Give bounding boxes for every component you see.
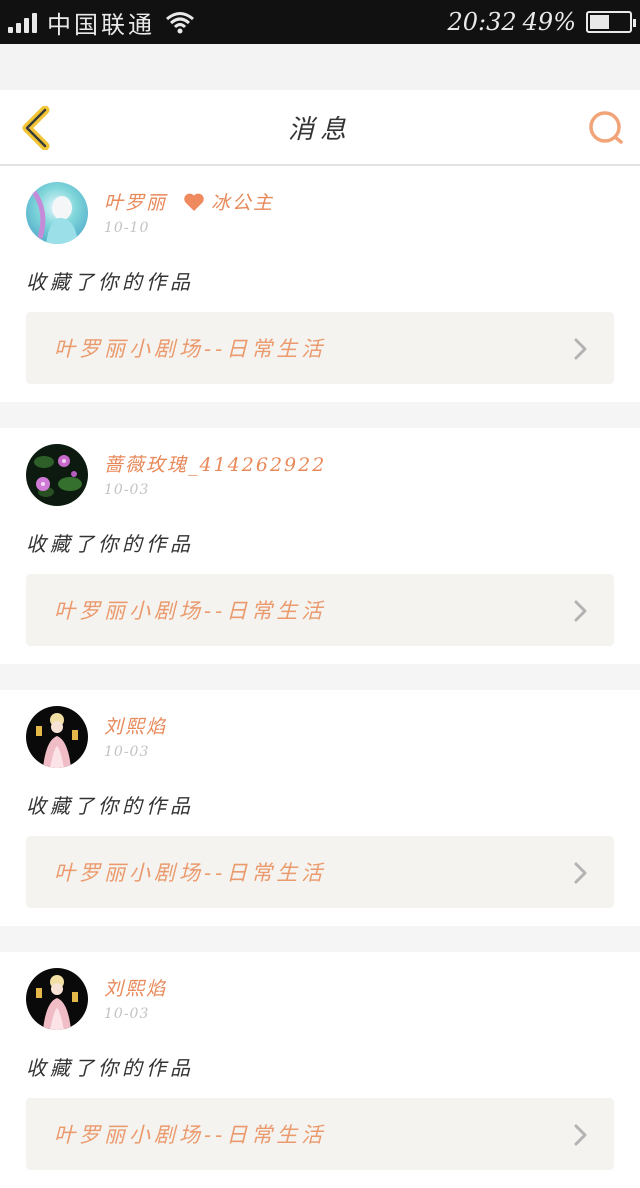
battery-icon bbox=[586, 11, 636, 33]
battery-percent: 49% bbox=[522, 8, 576, 36]
status-bar: 中国联通 20:32 49% bbox=[0, 0, 640, 44]
message-list: 叶罗丽 冰公主 10-10 收藏了你的作品 叶罗丽小剧场--日常生活 蔷薇玫瑰_… bbox=[0, 166, 640, 1188]
search-icon bbox=[589, 111, 623, 144]
username: 叶罗丽 bbox=[104, 192, 168, 214]
username: 刘熙焰 bbox=[104, 978, 168, 1000]
user-row[interactable]: 蔷薇玫瑰_414262922 bbox=[104, 450, 326, 477]
avatar[interactable] bbox=[26, 444, 88, 506]
search-button[interactable] bbox=[586, 108, 626, 148]
pull-down-area bbox=[0, 44, 640, 90]
username: 刘熙焰 bbox=[104, 716, 168, 738]
message-card: 刘熙焰 10-03 收藏了你的作品 叶罗丽小剧场--日常生活 bbox=[0, 952, 640, 1188]
message-card: 叶罗丽 冰公主 10-10 收藏了你的作品 叶罗丽小剧场--日常生活 bbox=[0, 166, 640, 402]
back-button[interactable] bbox=[16, 104, 56, 152]
work-title: 叶罗丽小剧场--日常生活 bbox=[54, 861, 327, 885]
user-row[interactable]: 刘熙焰 bbox=[104, 974, 167, 1001]
action-text: 收藏了你的作品 bbox=[26, 794, 194, 818]
user-row[interactable]: 刘熙焰 bbox=[104, 712, 167, 739]
avatar[interactable] bbox=[26, 968, 88, 1030]
work-link[interactable]: 叶罗丽小剧场--日常生活 bbox=[26, 836, 614, 908]
navigation-header: 消息 bbox=[0, 90, 640, 166]
avatar[interactable] bbox=[26, 706, 88, 768]
avatar[interactable] bbox=[26, 182, 88, 244]
message-date: 10-03 bbox=[104, 482, 150, 498]
user-row[interactable]: 叶罗丽 冰公主 bbox=[104, 188, 274, 215]
work-link[interactable]: 叶罗丽小剧场--日常生活 bbox=[26, 312, 614, 384]
message-date: 10-10 bbox=[104, 220, 150, 236]
chevron-right-icon bbox=[574, 1124, 587, 1146]
work-title: 叶罗丽小剧场--日常生活 bbox=[54, 599, 327, 623]
wifi-icon bbox=[165, 10, 195, 34]
message-date: 10-03 bbox=[104, 744, 150, 760]
action-text: 收藏了你的作品 bbox=[26, 1056, 194, 1080]
page-title: 消息 bbox=[287, 114, 352, 145]
work-link[interactable]: 叶罗丽小剧场--日常生活 bbox=[26, 574, 614, 646]
work-link[interactable]: 叶罗丽小剧场--日常生活 bbox=[26, 1098, 614, 1170]
action-text: 收藏了你的作品 bbox=[26, 532, 194, 556]
message-card: 刘熙焰 10-03 收藏了你的作品 叶罗丽小剧场--日常生活 bbox=[0, 690, 640, 926]
carrier-name: 中国联通 bbox=[47, 10, 155, 39]
signal-icon bbox=[8, 11, 37, 33]
work-title: 叶罗丽小剧场--日常生活 bbox=[54, 1123, 327, 1147]
chevron-right-icon bbox=[574, 862, 587, 884]
heart-icon bbox=[184, 193, 204, 211]
username: 蔷薇玫瑰_414262922 bbox=[104, 454, 327, 476]
chevron-left-icon bbox=[22, 106, 50, 150]
chevron-right-icon bbox=[574, 338, 587, 360]
message-card: 蔷薇玫瑰_414262922 10-03 收藏了你的作品 叶罗丽小剧场--日常生… bbox=[0, 428, 640, 664]
user-tag: 冰公主 bbox=[211, 192, 275, 214]
message-date: 10-03 bbox=[104, 1006, 150, 1022]
work-title: 叶罗丽小剧场--日常生活 bbox=[54, 337, 327, 361]
action-text: 收藏了你的作品 bbox=[26, 270, 194, 294]
chevron-right-icon bbox=[574, 600, 587, 622]
clock: 20:32 bbox=[447, 8, 517, 36]
